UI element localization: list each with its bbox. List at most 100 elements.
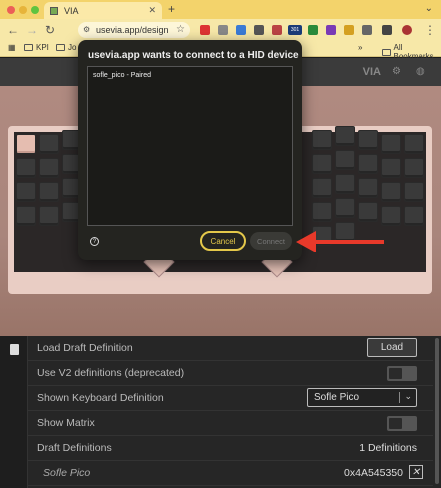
- keycap[interactable]: [381, 206, 401, 226]
- keycap[interactable]: [358, 202, 378, 222]
- forward-button[interactable]: →: [26, 23, 38, 37]
- row-label: Draft Definitions: [37, 442, 112, 454]
- remove-draft-button[interactable]: ✕: [409, 465, 423, 479]
- github-icon[interactable]: ◍: [416, 66, 427, 77]
- keyboard-definition-select[interactable]: Sofle Pico ⌄: [307, 388, 417, 407]
- bookmarks-overflow-button[interactable]: »: [358, 43, 362, 52]
- device-item[interactable]: sofle_pico - Paired: [93, 72, 151, 79]
- settings-row-show-matrix: Show Matrix: [28, 411, 433, 436]
- reload-button[interactable]: ↻: [45, 23, 55, 37]
- hid-connect-dialog: usevia.app wants to connect to a HID dev…: [78, 40, 302, 260]
- dialog-title: usevia.app wants to connect to a HID dev…: [88, 50, 299, 61]
- keycap[interactable]: [39, 158, 59, 178]
- cancel-button[interactable]: Cancel: [200, 231, 246, 251]
- red-arrow-icon: [296, 231, 384, 252]
- back-button[interactable]: ←: [7, 23, 19, 37]
- via-favicon-icon: [50, 6, 58, 15]
- v2-definitions-toggle[interactable]: [387, 366, 417, 381]
- keycap[interactable]: [358, 130, 378, 150]
- select-separator: [399, 392, 400, 403]
- row-label: Shown Keyboard Definition: [37, 392, 164, 404]
- address-bar[interactable]: ⚙ usevia.app/design ☆: [78, 22, 190, 38]
- extension-icon-4[interactable]: [254, 25, 264, 35]
- settings-row-draft-definitions: Draft Definitions 1 Definitions: [28, 436, 433, 461]
- keycap[interactable]: [312, 154, 332, 174]
- keycap[interactable]: [404, 182, 424, 202]
- keycap[interactable]: [404, 134, 424, 154]
- keycap[interactable]: [381, 134, 401, 154]
- draft-count: 1 Definitions: [359, 442, 417, 454]
- extension-icon-8[interactable]: [326, 25, 336, 35]
- tab-title: VIA: [64, 5, 79, 16]
- keycap[interactable]: [381, 182, 401, 202]
- extension-badge-icon[interactable]: 301: [288, 25, 302, 35]
- show-matrix-toggle[interactable]: [387, 416, 417, 431]
- keycap[interactable]: [335, 150, 355, 170]
- keycap[interactable]: [16, 182, 36, 202]
- extension-icon-1[interactable]: [200, 25, 210, 35]
- document-icon[interactable]: [10, 344, 19, 355]
- keycap[interactable]: [358, 178, 378, 198]
- keycap[interactable]: [381, 158, 401, 178]
- folder-icon: [24, 44, 33, 51]
- settings-row-v2-definitions: Use V2 definitions (deprecated): [28, 361, 433, 386]
- select-value: Sofle Pico: [314, 392, 360, 403]
- maximize-window-button[interactable]: [31, 6, 39, 14]
- close-window-button[interactable]: [7, 6, 15, 14]
- bookmark-jo[interactable]: Jo: [56, 43, 76, 52]
- tab-search-chevron-icon[interactable]: ⌄: [425, 3, 433, 14]
- site-info-icon[interactable]: ⚙: [83, 25, 90, 34]
- browser-menu-icon[interactable]: ⋮: [424, 23, 436, 37]
- extension-icon-9[interactable]: [344, 25, 354, 35]
- via-logo: VIA: [362, 66, 381, 78]
- bookmark-kpi[interactable]: KPI: [24, 43, 49, 52]
- panel-sidebar: [0, 336, 28, 488]
- folder-icon: [382, 48, 391, 56]
- keycap[interactable]: [335, 198, 355, 218]
- extension-icon-3[interactable]: [236, 25, 246, 35]
- chevron-down-icon: ⌄: [404, 391, 412, 401]
- keycap[interactable]: [312, 178, 332, 198]
- device-list: sofle_pico - Paired: [87, 66, 293, 226]
- keycap[interactable]: [358, 154, 378, 174]
- keycap[interactable]: [312, 130, 332, 150]
- keycap[interactable]: [312, 202, 332, 222]
- minimize-window-button[interactable]: [19, 6, 27, 14]
- draft-name: Sofle Pico: [43, 467, 91, 479]
- browser-toolbar: ← → ↻ ⚙ usevia.app/design ☆ 301 ⋮: [0, 19, 441, 41]
- settings-icon[interactable]: ⚙: [392, 66, 403, 77]
- tab-via[interactable]: VIA ✕: [44, 2, 162, 19]
- keycap[interactable]: [404, 158, 424, 178]
- keycap[interactable]: [16, 158, 36, 178]
- extensions-puzzle-icon[interactable]: [362, 25, 372, 35]
- extension-icon-2[interactable]: [218, 25, 228, 35]
- keycap-selected[interactable]: [16, 134, 36, 154]
- settings-row-shown-keyboard: Shown Keyboard Definition Sofle Pico ⌄: [28, 386, 433, 411]
- keycap[interactable]: [39, 134, 59, 154]
- keycap[interactable]: [335, 126, 355, 146]
- scrollbar[interactable]: [435, 338, 439, 484]
- draft-vendor-id: 0x4A545350: [344, 467, 403, 479]
- connect-button[interactable]: Connect: [250, 232, 292, 250]
- side-panel-icon[interactable]: [382, 25, 392, 35]
- folder-icon: [56, 44, 65, 51]
- keycap[interactable]: [39, 182, 59, 202]
- settings-panel: Load Draft Definition Load Use V2 defini…: [0, 336, 441, 488]
- settings-row-draft-item: Sofle Pico 0x4A545350 ✕: [28, 461, 433, 486]
- settings-row-load-draft: Load Draft Definition Load: [28, 336, 433, 361]
- tab-close-icon[interactable]: ✕: [148, 5, 156, 16]
- row-label: Show Matrix: [37, 417, 95, 429]
- new-tab-button[interactable]: +: [168, 2, 175, 16]
- extension-icon-5[interactable]: [272, 25, 282, 35]
- bookmark-star-icon[interactable]: ☆: [176, 24, 185, 35]
- load-button[interactable]: Load: [367, 338, 417, 357]
- help-icon[interactable]: ?: [90, 237, 99, 246]
- profile-avatar[interactable]: [402, 25, 412, 35]
- keycap[interactable]: [335, 174, 355, 194]
- keycap[interactable]: [16, 206, 36, 226]
- extension-icon-7[interactable]: [308, 25, 318, 35]
- tab-bar: VIA ✕ + ⌄: [0, 0, 441, 19]
- keycap[interactable]: [39, 206, 59, 226]
- bookmark-apps-icon[interactable]: ▦: [8, 43, 16, 52]
- keycap[interactable]: [404, 206, 424, 226]
